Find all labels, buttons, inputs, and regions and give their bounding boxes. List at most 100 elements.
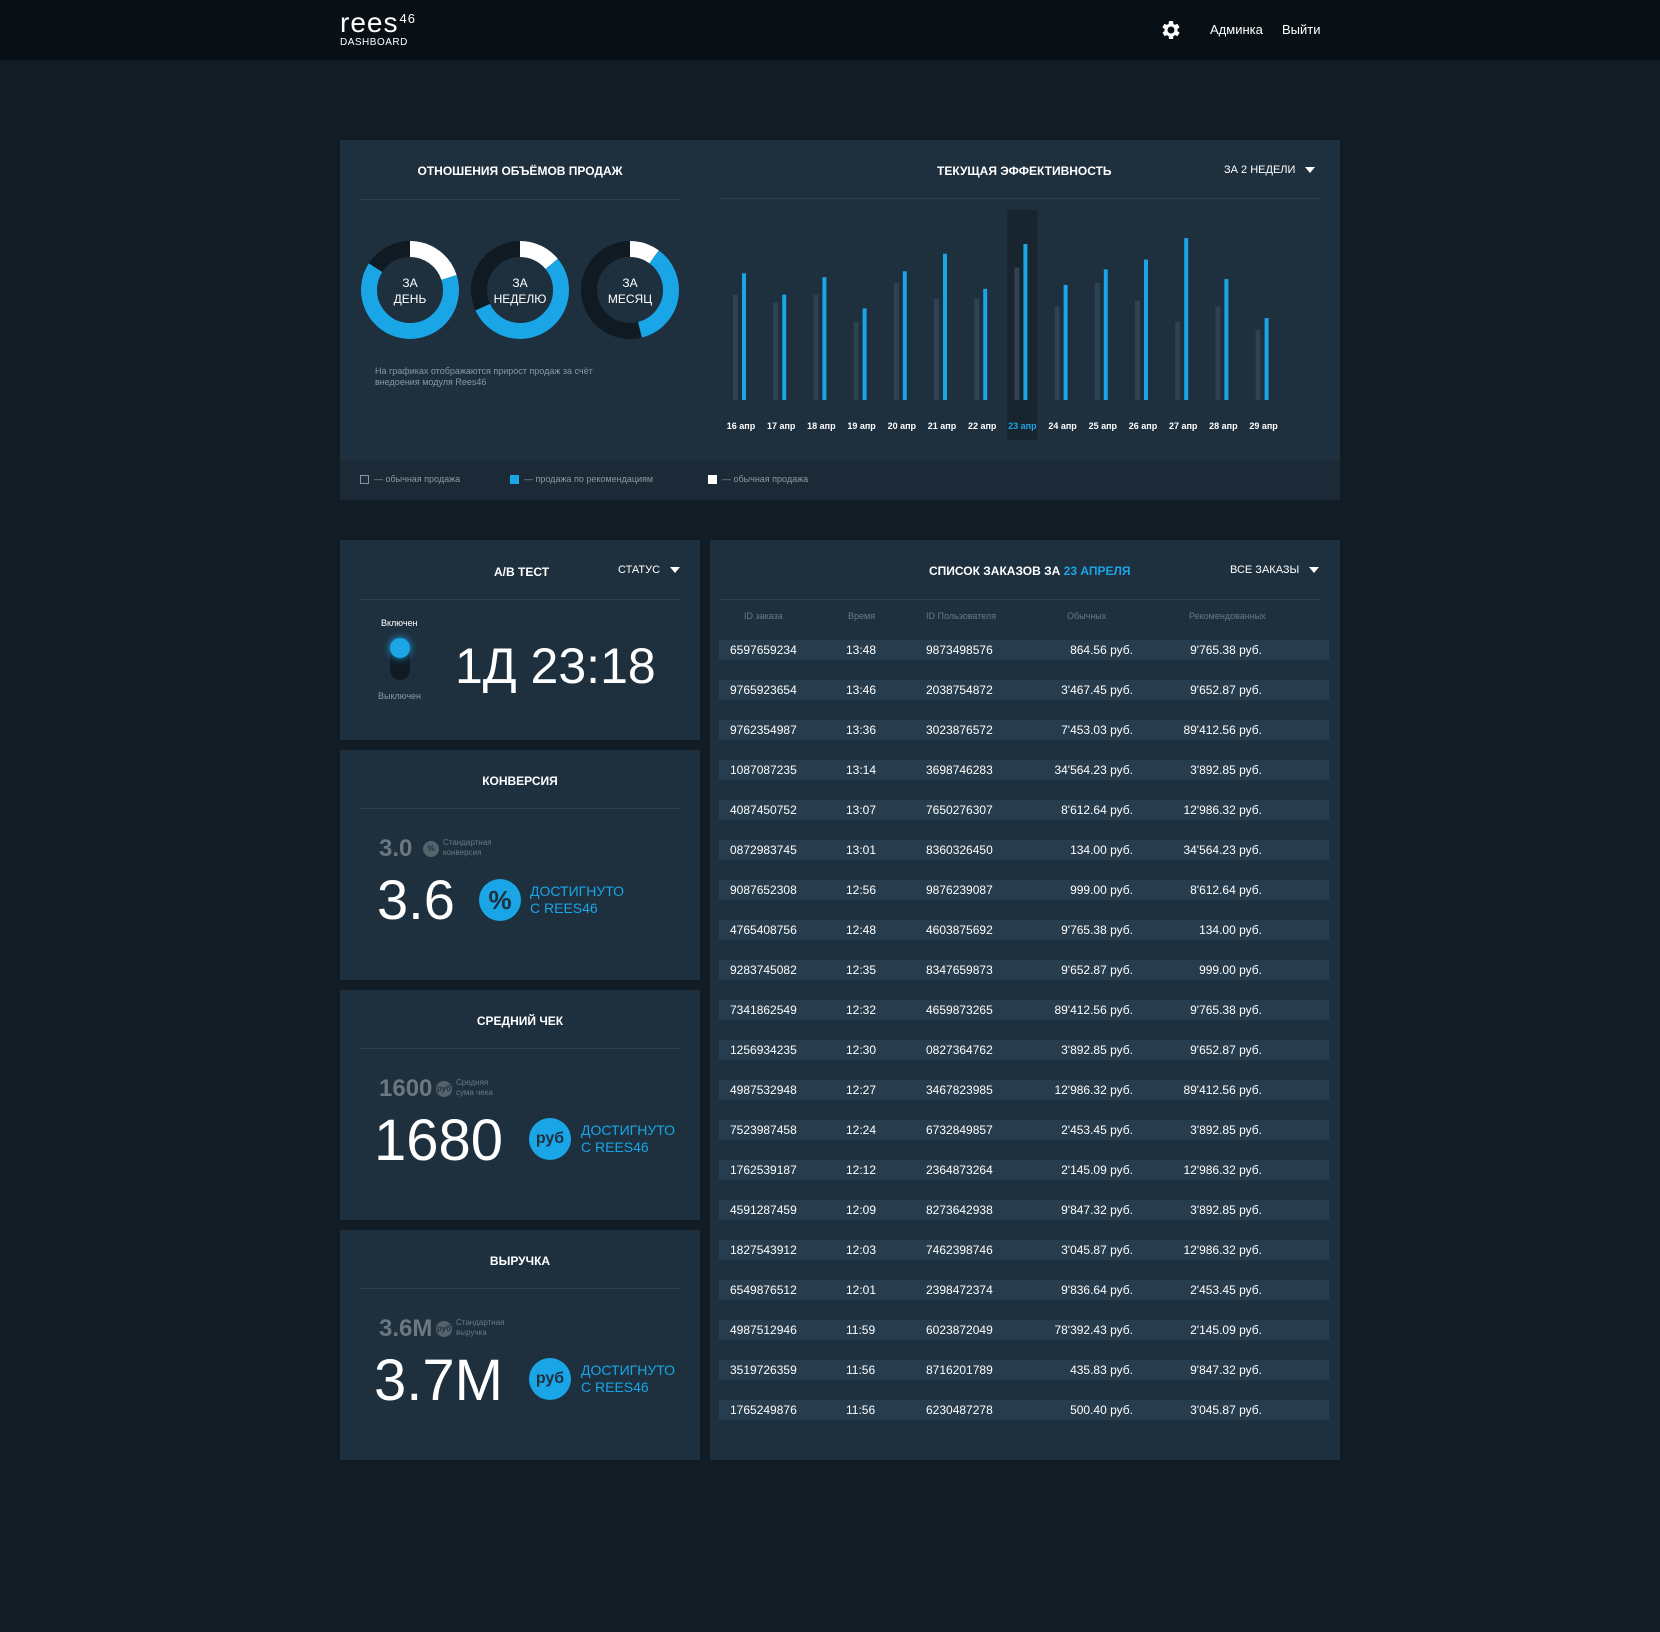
order-time-cell: 11:56 bbox=[846, 1403, 876, 1417]
x-tick-label[interactable]: 23 апр bbox=[1002, 421, 1042, 431]
regular-amount-cell: 134.00 руб. bbox=[1070, 843, 1133, 857]
bar-recommended-sale[interactable] bbox=[862, 308, 867, 400]
table-row[interactable]: 9283745082 12:35 8347659873 9'652.87 руб. 99… bbox=[719, 960, 1329, 980]
bar-recommended-sale[interactable] bbox=[822, 277, 827, 400]
period-dropdown-label: ЗА 2 НЕДЕЛИ bbox=[1224, 164, 1296, 176]
bar-recommended-sale[interactable] bbox=[1063, 284, 1068, 400]
table-row[interactable]: 0872983745 13:01 8360326450 134.00 руб. 34'5… bbox=[719, 840, 1329, 860]
sales-ratio-divider bbox=[360, 199, 680, 200]
column-header[interactable]: ID заказа bbox=[744, 611, 783, 621]
logo-wordmark: rees46 bbox=[340, 7, 416, 38]
column-header[interactable]: Время bbox=[848, 611, 875, 621]
table-row[interactable]: 6549876512 12:01 2398472374 9'836.64 руб. 2'… bbox=[719, 1280, 1329, 1300]
table-row[interactable]: 1256934235 12:30 0827364762 3'892.85 руб. 9'… bbox=[719, 1040, 1329, 1060]
bar-regular-sale[interactable] bbox=[974, 298, 980, 400]
recommended-amount-cell: 999.00 руб. bbox=[1199, 963, 1262, 977]
table-row[interactable]: 6597659234 13:48 9873498576 864.56 руб. 9'76… bbox=[719, 640, 1329, 660]
bar-regular-sale[interactable] bbox=[1014, 267, 1020, 400]
column-header[interactable]: Рекомендованных bbox=[1189, 611, 1266, 621]
recommended-amount-cell: 12'986.32 руб. bbox=[1183, 1163, 1262, 1177]
table-row[interactable]: 9765923654 13:46 2038754872 3'467.45 руб. 9'… bbox=[719, 680, 1329, 700]
bar-regular-sale[interactable] bbox=[1255, 329, 1261, 400]
orders-divider bbox=[720, 599, 1320, 600]
bar-recommended-sale[interactable] bbox=[983, 288, 988, 400]
order-id-cell: 4087450752 bbox=[730, 803, 797, 817]
logo[interactable]: rees46 DASHBOARD bbox=[340, 7, 416, 49]
x-tick-label[interactable]: 18 апр bbox=[801, 421, 841, 431]
order-time-cell: 13:48 bbox=[846, 643, 877, 657]
kpi-caption-line: С REES46 bbox=[530, 900, 598, 916]
donut-label-line: ДЕНЬ bbox=[393, 292, 427, 306]
table-row[interactable]: 1087087235 13:14 3698746283 34'564.23 руб. 3… bbox=[719, 760, 1329, 780]
x-tick-label[interactable]: 24 апр bbox=[1043, 421, 1083, 431]
bar-recommended-sale[interactable] bbox=[1224, 279, 1229, 400]
bar-regular-sale[interactable] bbox=[853, 322, 859, 400]
x-tick-label[interactable]: 25 апр bbox=[1083, 421, 1123, 431]
bar-regular-sale[interactable] bbox=[1135, 300, 1140, 400]
bar-regular-sale[interactable] bbox=[1175, 322, 1181, 400]
bar-regular-sale[interactable] bbox=[813, 294, 819, 400]
user-id-cell: 4659873265 bbox=[926, 1003, 993, 1017]
table-row[interactable]: 9087652308 12:56 9876239087 999.00 руб. 8'61… bbox=[719, 880, 1329, 900]
x-tick-label[interactable]: 16 апр bbox=[721, 421, 761, 431]
gear-icon[interactable] bbox=[1158, 18, 1182, 42]
x-tick-label[interactable]: 19 апр bbox=[842, 421, 882, 431]
kpi-divider bbox=[360, 1288, 680, 1289]
bar-recommended-sale[interactable] bbox=[943, 253, 947, 400]
table-row[interactable]: 4765408756 12:48 4603875692 9'765.38 руб. 13… bbox=[719, 920, 1329, 940]
table-row[interactable]: 4087450752 13:07 7650276307 8'612.64 руб. 12… bbox=[719, 800, 1329, 820]
x-tick-label[interactable]: 29 апр bbox=[1244, 421, 1284, 431]
kpi-desc-line: сума чека bbox=[456, 1088, 493, 1097]
regular-amount-cell: 3'892.85 руб. bbox=[1061, 1043, 1133, 1057]
bar-recommended-sale[interactable] bbox=[1103, 269, 1108, 400]
table-row[interactable]: 9762354987 13:36 3023876572 7'453.03 руб. 89… bbox=[719, 720, 1329, 740]
table-row[interactable]: 7341862549 12:32 4659873265 89'412.56 руб. 9… bbox=[719, 1000, 1329, 1020]
table-row[interactable]: 4987532948 12:27 3467823985 12'986.32 руб. 8… bbox=[719, 1080, 1329, 1100]
user-id-cell: 8360326450 bbox=[926, 843, 993, 857]
recommended-amount-cell: 12'986.32 руб. bbox=[1183, 1243, 1262, 1257]
table-row[interactable]: 1762539187 12:12 2364873264 2'145.09 руб. 12… bbox=[719, 1160, 1329, 1180]
x-tick-label[interactable]: 20 апр bbox=[882, 421, 922, 431]
x-tick-label[interactable]: 26 апр bbox=[1123, 421, 1163, 431]
kpi-desc-line: Стандартная bbox=[443, 838, 492, 847]
period-dropdown[interactable]: ЗА 2 НЕДЕЛИ bbox=[1224, 164, 1316, 176]
column-header[interactable]: Обычных bbox=[1067, 611, 1106, 621]
user-id-cell: 6230487278 bbox=[926, 1403, 993, 1417]
order-time-cell: 13:07 bbox=[846, 803, 877, 817]
table-row[interactable]: 4591287459 12:09 8273642938 9'847.32 руб. 3'… bbox=[719, 1200, 1329, 1220]
table-row[interactable]: 3519726359 11:56 8716201789 435.83 руб. 9'84… bbox=[719, 1360, 1329, 1380]
bar-recommended-sale[interactable] bbox=[902, 271, 907, 400]
bar-regular-sale[interactable] bbox=[733, 294, 738, 400]
table-row[interactable]: 1827543912 12:03 7462398746 3'045.87 руб. 12… bbox=[719, 1240, 1329, 1260]
bar-recommended-sale[interactable] bbox=[1184, 238, 1189, 400]
bar-recommended-sale[interactable] bbox=[1023, 244, 1028, 400]
bar-recommended-sale[interactable] bbox=[782, 294, 787, 400]
x-tick-label[interactable]: 17 апр bbox=[761, 421, 801, 431]
bar-regular-sale[interactable] bbox=[893, 283, 899, 400]
table-row[interactable]: 1765249876 11:56 6230487278 500.40 руб. 3'04… bbox=[719, 1400, 1329, 1420]
bar-regular-sale[interactable] bbox=[773, 302, 779, 401]
bar-recommended-sale[interactable] bbox=[1264, 318, 1269, 400]
x-tick-label[interactable]: 27 апр bbox=[1163, 421, 1203, 431]
bar-regular-sale[interactable] bbox=[1054, 306, 1060, 400]
x-tick-label[interactable]: 21 апр bbox=[922, 421, 962, 431]
legend-item: — обычная продажа bbox=[708, 474, 808, 484]
x-tick-label[interactable]: 28 апр bbox=[1203, 421, 1243, 431]
kpi-achieved-caption: ДОСТИГНУТО С REES46 bbox=[530, 883, 624, 917]
x-tick-label[interactable]: 22 апр bbox=[962, 421, 1002, 431]
column-header[interactable]: ID Пользователя bbox=[926, 611, 996, 621]
bar-recommended-sale[interactable] bbox=[742, 273, 746, 400]
ab-test-toggle[interactable] bbox=[390, 638, 410, 680]
bar-regular-sale[interactable] bbox=[934, 298, 939, 400]
table-row[interactable]: 7523987458 12:24 6732849857 2'453.45 руб. 3'… bbox=[719, 1120, 1329, 1140]
status-dropdown[interactable]: СТАТУС bbox=[618, 564, 681, 576]
kpi-title: ВЫРУЧКА bbox=[489, 1254, 551, 1268]
logout-link[interactable]: Выйти bbox=[1282, 22, 1321, 37]
table-row[interactable]: 4987512946 11:59 6023872049 78'392.43 руб. 2… bbox=[719, 1320, 1329, 1340]
admin-link[interactable]: Админка bbox=[1210, 22, 1263, 37]
bar-recommended-sale[interactable] bbox=[1144, 259, 1148, 400]
user-id-cell: 2038754872 bbox=[926, 683, 993, 697]
orders-filter-dropdown[interactable]: ВСЕ ЗАКАЗЫ bbox=[1230, 564, 1320, 576]
bar-regular-sale[interactable] bbox=[1215, 306, 1221, 400]
bar-regular-sale[interactable] bbox=[1094, 283, 1100, 400]
